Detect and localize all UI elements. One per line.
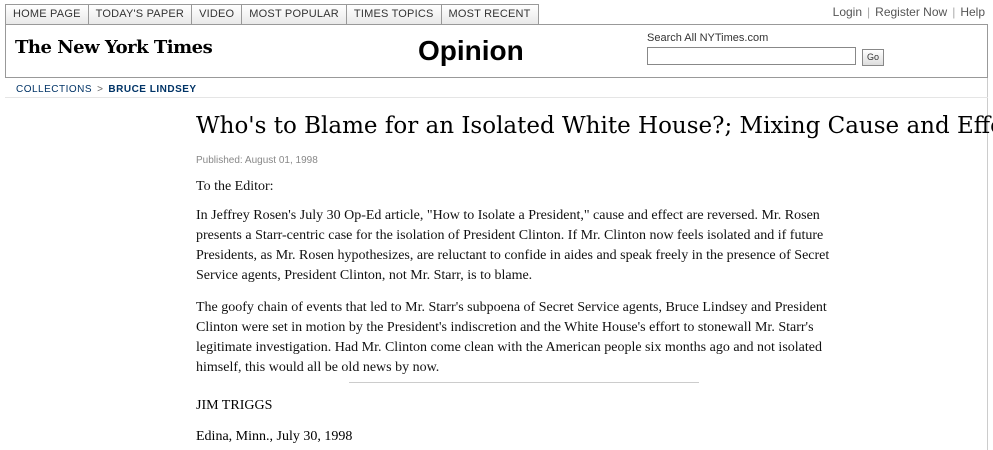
masthead: The New York Times Opinion Search All NY… [5, 24, 988, 78]
section-title: Opinion [418, 35, 524, 66]
published-date: Published: August 01, 1998 [196, 155, 318, 166]
nav-tab-home-page[interactable]: HOME PAGE [5, 4, 89, 25]
nav-tab-times-topics[interactable]: TIMES TOPICS [346, 4, 442, 25]
article-paragraph: In Jeffrey Rosen's July 30 Op-Ed article… [196, 208, 830, 283]
user-links-separator: | [867, 5, 871, 19]
article-paragraph: The goofy chain of events that led to Mr… [196, 300, 827, 375]
breadcrumb-divider [5, 97, 988, 98]
breadcrumb-collections[interactable]: COLLECTIONS [16, 84, 92, 95]
nav-tab-most-recent[interactable]: MOST RECENT [441, 4, 539, 25]
search-label: Search All NYTimes.com [647, 32, 769, 44]
article-headline: Who's to Blame for an Isolated White Hou… [196, 113, 993, 139]
nav-tab-most-popular[interactable]: MOST POPULAR [242, 4, 347, 25]
user-links-separator: | [952, 5, 956, 19]
register-now-link[interactable]: Register Now [875, 5, 947, 19]
breadcrumb-separator: > [97, 84, 104, 95]
salutation: To the Editor: [196, 179, 274, 194]
nyt-logo[interactable]: The New York Times [15, 37, 213, 58]
signature-location: Edina, Minn., July 30, 1998 [196, 429, 353, 444]
top-navigation: HOME PAGE TODAY'S PAPER VIDEO MOST POPUL… [5, 4, 539, 25]
go-button[interactable]: Go [862, 49, 884, 66]
nav-tab-video[interactable]: VIDEO [192, 4, 243, 25]
search-input[interactable] [647, 47, 856, 65]
nav-tab-todays-paper[interactable]: TODAY'S PAPER [88, 4, 193, 25]
breadcrumb: COLLECTIONS > BRUCE LINDSEY [16, 84, 197, 95]
login-link[interactable]: Login [833, 5, 862, 19]
signature: JIM TRIGGS [196, 398, 273, 413]
breadcrumb-current[interactable]: BRUCE LINDSEY [108, 84, 196, 95]
article-divider [349, 382, 699, 383]
help-link[interactable]: Help [960, 5, 985, 19]
user-links: Login | Register Now | Help [833, 5, 985, 19]
